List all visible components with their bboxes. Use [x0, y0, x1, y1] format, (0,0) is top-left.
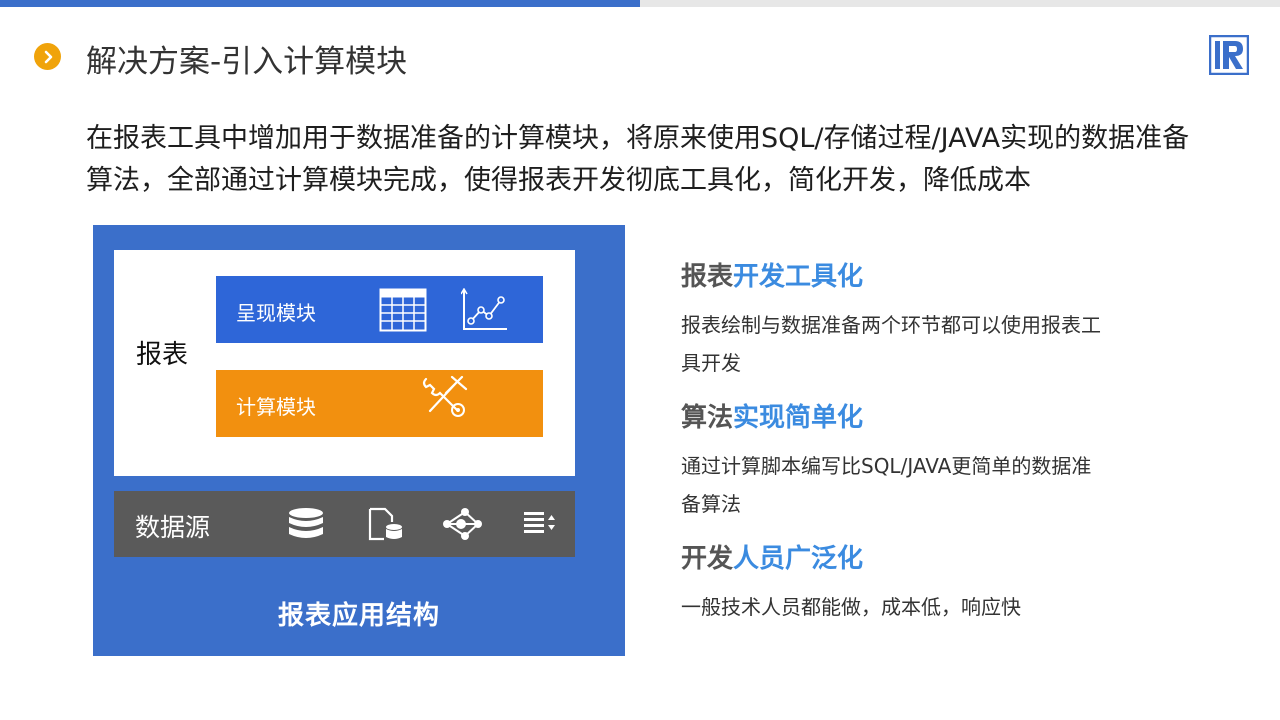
top-gray-bar	[640, 0, 1280, 7]
database-icon	[289, 508, 323, 538]
feature-desc-line: 通过计算脚本编写比SQL/JAVA更简单的数据准	[681, 454, 1092, 478]
chevron-right-icon	[34, 43, 61, 70]
feature-title-prefix: 算法	[681, 403, 734, 433]
feature-title-prefix: 报表	[681, 262, 734, 292]
feature-desc-line: 一般技术人员都能做，成本低，响应快	[681, 595, 1021, 619]
diagram-caption: 报表应用结构	[277, 601, 440, 631]
present-module-label: 呈现模块	[236, 301, 316, 325]
feature-title-highlight: 实现简单化	[733, 403, 864, 433]
file-database-icon	[368, 507, 402, 541]
datasource-label: 数据源	[135, 513, 211, 542]
table-grid-icon	[379, 288, 427, 332]
feature-description: 一般技术人员都能做，成本低，响应快	[681, 588, 1021, 626]
feature-description: 通过计算脚本编写比SQL/JAVA更简单的数据准 备算法	[681, 447, 1091, 523]
feature-item: 报表开发工具化 报表绘制与数据准备两个环节都可以使用报表工 具开发	[681, 256, 1101, 382]
intro-paragraph: 在报表工具中增加用于数据准备的计算模块，将原来使用SQL/存储过程/JAVA实现…	[86, 118, 1206, 202]
feature-title-prefix: 开发	[681, 544, 734, 574]
page-title: 解决方案-引入计算模块	[86, 44, 408, 80]
feature-desc-line: 具开发	[681, 351, 741, 375]
network-share-icon	[443, 508, 482, 540]
sort-list-icon	[524, 512, 555, 533]
report-label: 报表	[136, 340, 189, 370]
intro-line-1: 在报表工具中增加用于数据准备的计算模块，将原来使用SQL/存储过程/JAVA实现…	[86, 123, 1190, 154]
datasource-bar: 数据源	[114, 491, 575, 557]
feature-title-highlight: 开发工具化	[733, 262, 864, 292]
feature-title: 开发人员广泛化	[681, 538, 1021, 576]
present-module: 呈现模块	[216, 276, 543, 343]
raqsoft-r-logo	[1209, 35, 1249, 75]
tools-icon	[422, 375, 468, 417]
feature-title-highlight: 人员广泛化	[733, 544, 864, 574]
intro-line-2: 算法，全部通过计算模块完成，使得报表开发彻底工具化，简化开发，降低成本	[86, 165, 1031, 196]
feature-title: 算法实现简单化	[681, 397, 1091, 435]
feature-item: 算法实现简单化 通过计算脚本编写比SQL/JAVA更简单的数据准 备算法	[681, 397, 1091, 523]
feature-desc-line: 报表绘制与数据准备两个环节都可以使用报表工	[681, 313, 1101, 337]
feature-title: 报表开发工具化	[681, 256, 1101, 294]
feature-item: 开发人员广泛化 一般技术人员都能做，成本低，响应快	[681, 538, 1021, 626]
report-architecture-diagram: 报表 呈现模块 计算模块 数据源 报表应用结构	[93, 225, 625, 656]
line-chart-icon	[461, 288, 507, 330]
compute-module: 计算模块	[216, 370, 543, 437]
feature-description: 报表绘制与数据准备两个环节都可以使用报表工 具开发	[681, 306, 1101, 382]
compute-module-label: 计算模块	[236, 395, 316, 419]
top-accent-bar	[0, 0, 640, 7]
feature-desc-line: 备算法	[681, 492, 741, 516]
report-box: 报表 呈现模块 计算模块	[114, 250, 575, 476]
